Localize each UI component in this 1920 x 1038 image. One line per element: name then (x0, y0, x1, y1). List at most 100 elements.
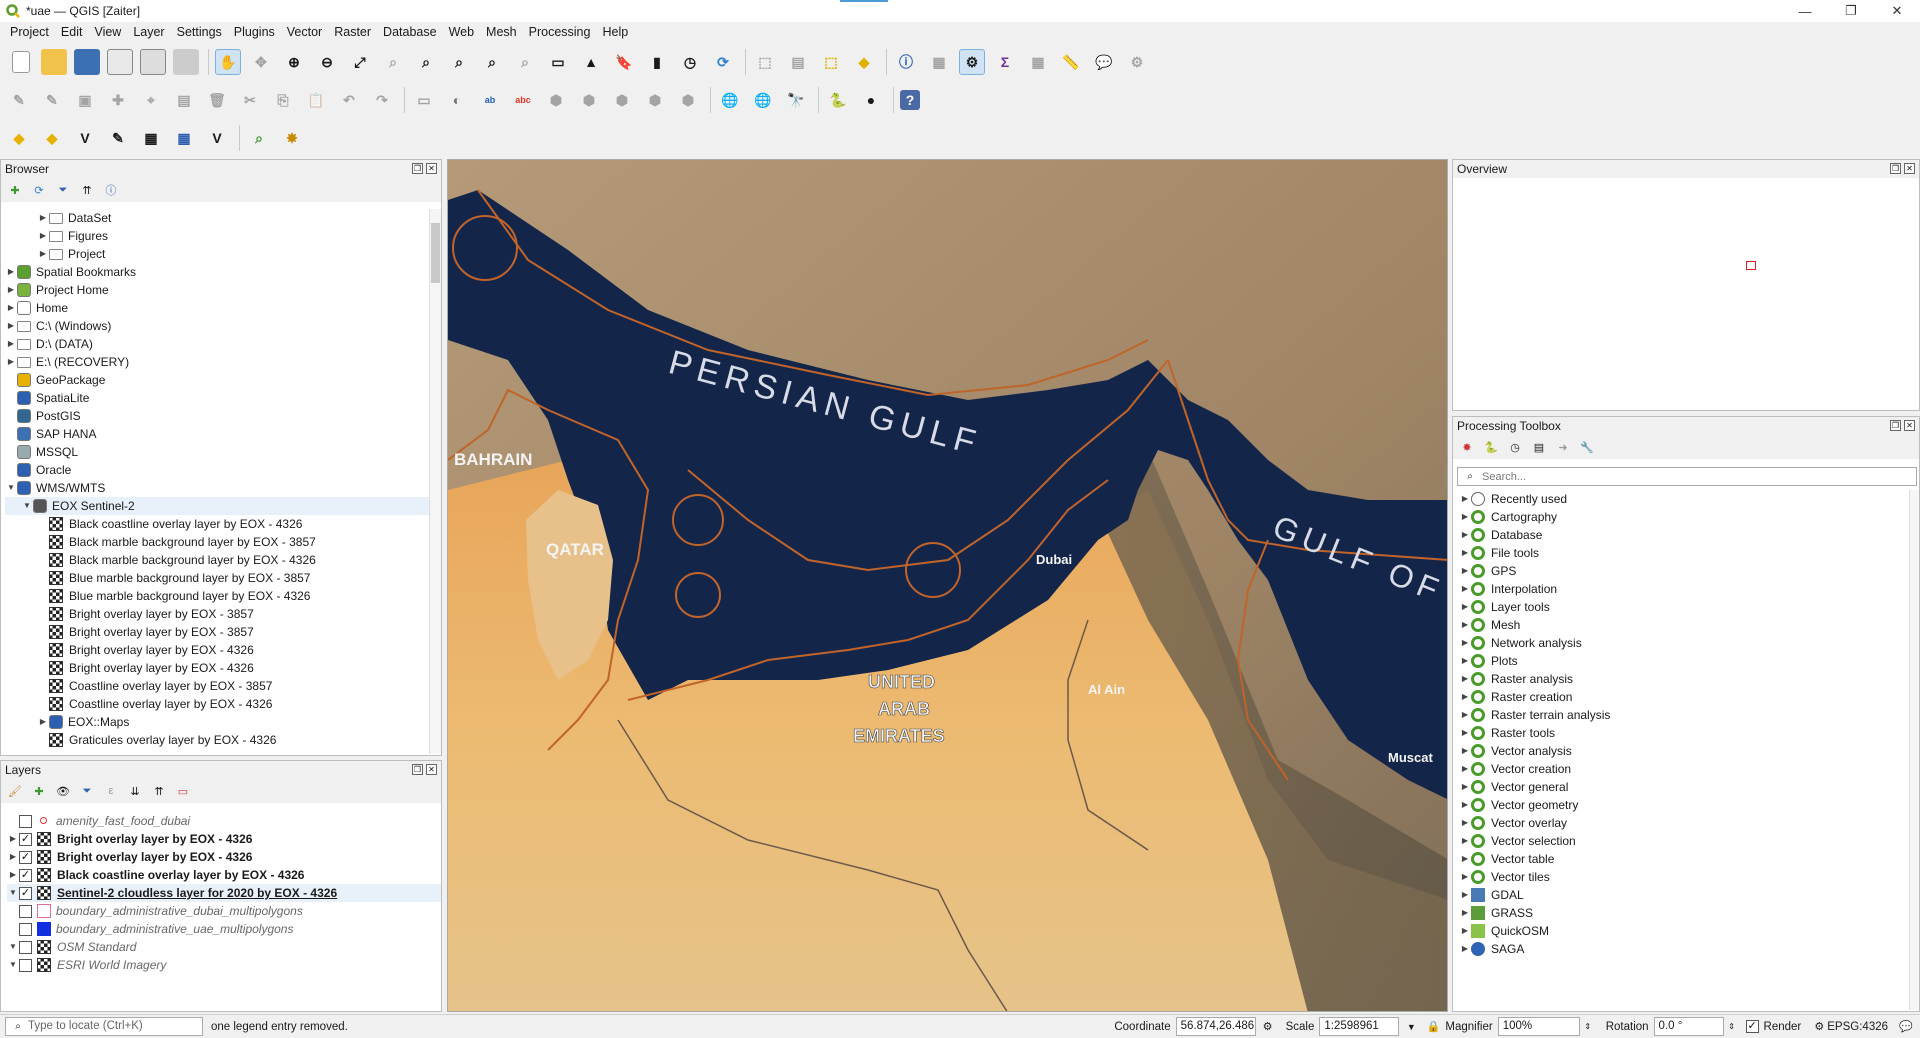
expanded-arrow-icon[interactable]: ▼ (7, 956, 19, 974)
zoom-to-layer-icon[interactable]: ⌕ (413, 49, 439, 75)
close-panel-icon[interactable]: ✕ (426, 764, 437, 775)
filter-icon[interactable]: ⏷ (55, 182, 71, 198)
redo-icon[interactable]: ↷ (369, 87, 395, 113)
measure-line-icon[interactable]: 📏 (1058, 49, 1084, 75)
layer-item[interactable]: ▼ ESRI World Imagery (7, 956, 441, 974)
filter-legend-icon[interactable]: ⏷ (79, 783, 95, 799)
pan-map-icon[interactable]: ✋ (215, 49, 241, 75)
expanded-arrow-icon[interactable]: ▼ (7, 884, 19, 902)
close-panel-icon[interactable]: ✕ (1904, 163, 1915, 174)
menu-plugins[interactable]: Plugins (228, 22, 281, 43)
close-panel-icon[interactable]: ✕ (1904, 420, 1915, 431)
new-project-icon[interactable] (12, 51, 30, 73)
select-location-icon[interactable]: ◆ (851, 49, 877, 75)
toolbox-provider-item[interactable]: ▶ GRASS (1459, 904, 1919, 922)
collapsed-arrow-icon[interactable]: ▶ (5, 299, 17, 317)
move-label-icon[interactable]: ⬢ (609, 87, 635, 113)
magnifier-stepper-icon[interactable]: ⇕ (1580, 1019, 1596, 1035)
annotation-icon[interactable]: ⚙ (1124, 49, 1150, 75)
menu-web[interactable]: Web (443, 22, 480, 43)
float-panel-icon[interactable]: ❐ (1890, 420, 1901, 431)
layer-item[interactable]: ▶ ✓ Bright overlay layer by EOX - 4326 (7, 848, 441, 866)
collapsed-arrow-icon[interactable]: ▶ (1459, 544, 1471, 562)
collapsed-arrow-icon[interactable]: ▶ (1459, 850, 1471, 868)
new-shapefile-layer-icon[interactable]: V (72, 125, 98, 151)
rotation-stepper-icon[interactable]: ⇕ (1724, 1019, 1740, 1035)
menu-help[interactable]: Help (596, 22, 634, 43)
toolbox-provider-item[interactable]: ▶ Raster creation (1459, 688, 1919, 706)
collapsed-arrow-icon[interactable]: ▶ (1459, 508, 1471, 526)
layer-item[interactable]: amenity_fast_food_dubai (7, 812, 441, 830)
overview-extent-box[interactable] (1746, 261, 1756, 270)
delete-selected-icon[interactable]: 🗑 (204, 87, 230, 113)
coordinate-field[interactable]: 56.874,26.486 (1175, 1017, 1256, 1036)
data-source-manager-icon[interactable]: ◆ (6, 125, 32, 151)
toggle-extents-icon[interactable]: ⚙ (1260, 1019, 1276, 1035)
crs-label[interactable]: EPSG:4326 (1827, 1021, 1888, 1033)
collapsed-arrow-icon[interactable]: ▶ (1459, 814, 1471, 832)
refresh-icon[interactable]: ⟳ (31, 182, 47, 198)
new-temporary-layer-icon[interactable]: ✎ (105, 125, 131, 151)
copy-features-icon[interactable]: ⎘ (270, 87, 296, 113)
collapsed-arrow-icon[interactable]: ▶ (5, 335, 17, 353)
highlight-labels-icon[interactable]: ab (477, 87, 503, 113)
identify-features-icon[interactable]: ⓘ (893, 49, 919, 75)
zoom-out-icon[interactable]: ⊖ (314, 49, 340, 75)
minimize-button[interactable]: — (1782, 0, 1828, 22)
pin-labels-icon[interactable]: ⬢ (543, 87, 569, 113)
toolbox-provider-item[interactable]: ▶ Vector geometry (1459, 796, 1919, 814)
scripts-icon[interactable]: 🐍 (1483, 439, 1499, 455)
collapsed-arrow-icon[interactable]: ▶ (1459, 688, 1471, 706)
collapsed-arrow-icon[interactable]: ▶ (5, 281, 17, 299)
add-raster-icon[interactable]: ▦ (171, 125, 197, 151)
open-project-icon[interactable] (41, 49, 67, 75)
browser-item[interactable]: Blue marble background layer by EOX - 38… (5, 569, 441, 587)
browser-item[interactable]: Black marble background layer by EOX - 3… (5, 533, 441, 551)
zoom-next-icon[interactable]: ⌕ (512, 49, 538, 75)
collapsed-arrow-icon[interactable]: ▶ (1459, 652, 1471, 670)
collapsed-arrow-icon[interactable]: ▶ (1459, 922, 1471, 940)
expanded-arrow-icon[interactable]: ▼ (7, 938, 19, 956)
toolbox-provider-item[interactable]: ▶ Raster terrain analysis (1459, 706, 1919, 724)
refresh-icon[interactable]: ⟳ (710, 49, 736, 75)
vertex-tool-icon[interactable]: ⌖ (138, 87, 164, 113)
browser-item[interactable]: ▶ E:\ (RECOVERY) (5, 353, 441, 371)
collapsed-arrow-icon[interactable]: ▶ (1459, 778, 1471, 796)
close-panel-icon[interactable]: ✕ (426, 163, 437, 174)
float-panel-icon[interactable]: ❐ (412, 764, 423, 775)
maximize-button[interactable]: ❐ (1828, 0, 1874, 22)
new-map-view-icon[interactable]: ▭ (545, 49, 571, 75)
add-vector-tile-icon[interactable]: ▦ (138, 125, 164, 151)
remove-layer-icon[interactable]: ▭ (175, 783, 191, 799)
statistical-summary-icon[interactable]: Σ (992, 49, 1018, 75)
layout-manager-icon[interactable] (140, 49, 166, 75)
browser-item[interactable]: ▶ DataSet (5, 209, 441, 227)
collapsed-arrow-icon[interactable]: ▶ (5, 353, 17, 371)
menu-view[interactable]: View (88, 22, 127, 43)
collapsed-arrow-icon[interactable]: ▶ (1459, 490, 1471, 508)
magnifier-field[interactable]: 100% (1497, 1017, 1580, 1036)
collapsed-arrow-icon[interactable]: ▶ (37, 245, 49, 263)
change-label-icon[interactable]: ⬢ (675, 87, 701, 113)
add-selected-layers-icon[interactable]: ✚ (7, 182, 23, 198)
zoom-native-icon[interactable]: ⌕ (446, 49, 472, 75)
crs-icon[interactable]: ⚙ (1811, 1019, 1827, 1035)
zoom-in-icon[interactable]: ⊕ (281, 49, 307, 75)
collapsed-arrow-icon[interactable]: ▶ (1459, 904, 1471, 922)
browser-item[interactable]: Blue marble background layer by EOX - 43… (5, 587, 441, 605)
new-print-layout-icon[interactable] (107, 49, 133, 75)
add-group-icon[interactable]: ✚ (31, 783, 47, 799)
locator-search-field[interactable]: ⌕ Type to locate (Ctrl+K) (5, 1017, 203, 1036)
browser-item[interactable]: Bright overlay layer by EOX - 4326 (5, 641, 441, 659)
field-calculator-icon[interactable]: ▦ (1025, 49, 1051, 75)
new-bookmark-icon[interactable]: 🔖 (611, 49, 637, 75)
browser-item[interactable]: SpatiaLite (5, 389, 441, 407)
python-console-icon[interactable]: 🐍 (825, 87, 851, 113)
scale-dropdown-icon[interactable]: ▼ (1403, 1019, 1419, 1035)
toolbox-provider-item[interactable]: ▶ Raster tools (1459, 724, 1919, 742)
layer-visibility-checkbox[interactable]: ✓ (19, 868, 32, 882)
toolbox-provider-item[interactable]: ▶ GPS (1459, 562, 1919, 580)
menu-project[interactable]: Project (4, 22, 55, 43)
collapsed-arrow-icon[interactable]: ▶ (1459, 760, 1471, 778)
edit-features-in-place-icon[interactable]: ➜ (1555, 439, 1571, 455)
